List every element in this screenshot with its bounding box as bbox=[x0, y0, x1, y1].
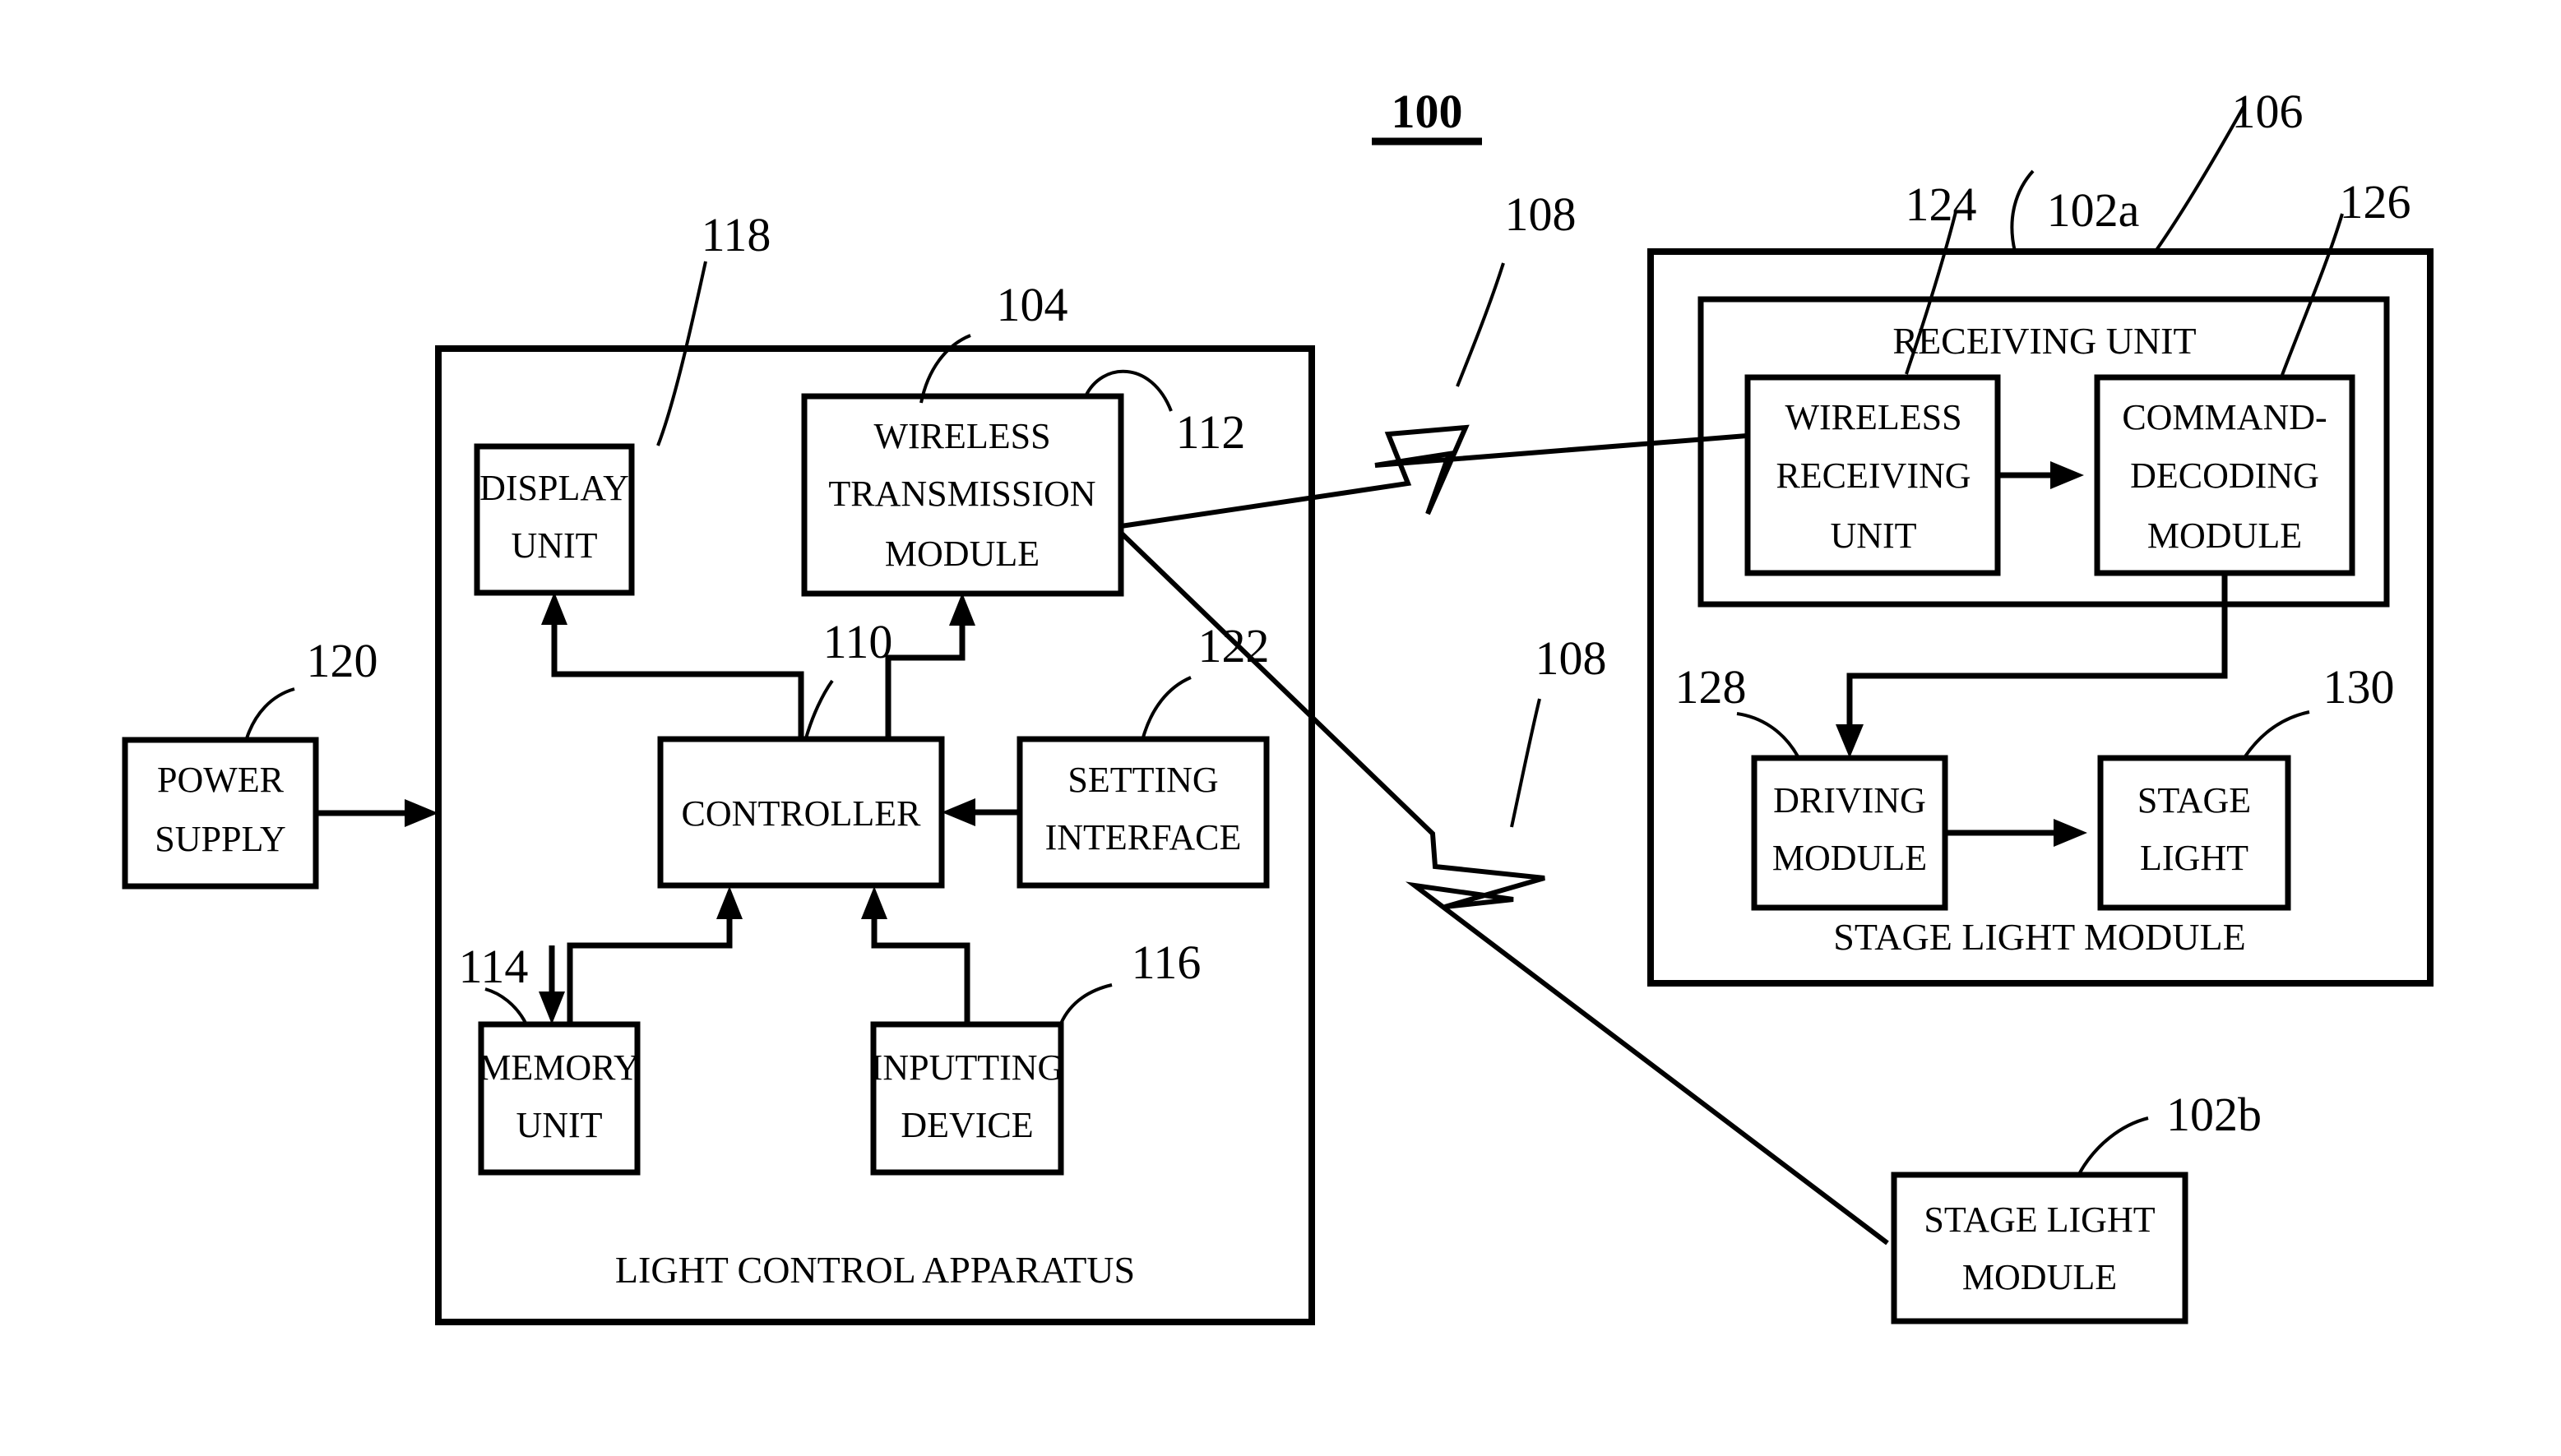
command-decoding-module-line1: COMMAND- bbox=[2122, 397, 2327, 437]
command-decoding-module-line3: MODULE bbox=[2147, 515, 2302, 556]
memory-unit-line1: MEMORY bbox=[479, 1047, 640, 1088]
ref-102a: 102a bbox=[2047, 183, 2140, 237]
arrowhead-display-unit bbox=[541, 592, 567, 625]
leader-102b bbox=[2077, 1116, 2149, 1175]
controller-label: CONTROLLER bbox=[682, 793, 922, 834]
leader-102a bbox=[2010, 169, 2035, 252]
memory-unit-box bbox=[478, 1021, 641, 1176]
leader-122 bbox=[1142, 676, 1192, 738]
figure-number-label: 100 bbox=[1392, 85, 1463, 138]
arrowhead-driving-module bbox=[1836, 724, 1864, 758]
ref-114: 114 bbox=[459, 940, 529, 993]
leader-126 bbox=[2281, 213, 2344, 376]
arrowhead-cdm bbox=[2050, 461, 2084, 489]
stage-light-module-b-box bbox=[1891, 1172, 2188, 1324]
arrowhead-stage-light bbox=[2054, 819, 2087, 847]
ref-126: 126 bbox=[2340, 175, 2411, 229]
memory-unit-line2: UNIT bbox=[516, 1105, 602, 1145]
light-control-apparatus-label: LIGHT CONTROL APPARATUS bbox=[615, 1249, 1135, 1291]
stage-light-module-b-line2: MODULE bbox=[1962, 1257, 2117, 1297]
ref-124: 124 bbox=[1906, 178, 1977, 231]
ref-130: 130 bbox=[2323, 660, 2395, 714]
stage-light-line1: STAGE bbox=[2137, 780, 2251, 820]
leader-108-lower bbox=[1510, 698, 1541, 828]
arrowhead-apparatus-power bbox=[405, 799, 438, 827]
power-supply-line2: SUPPLY bbox=[155, 819, 285, 859]
inputting-device-line2: DEVICE bbox=[901, 1105, 1033, 1145]
ref-108-upper: 108 bbox=[1505, 187, 1577, 241]
ref-112: 112 bbox=[1176, 405, 1246, 459]
ref-128: 128 bbox=[1675, 660, 1747, 714]
leader-130 bbox=[2244, 710, 2310, 758]
leader-120 bbox=[245, 687, 295, 739]
arrowhead-controller-left bbox=[942, 798, 975, 826]
wire-input-to-controller bbox=[871, 899, 970, 1024]
wireless-transmission-module-line2: TRANSMISSION bbox=[828, 474, 1095, 514]
figure-number-100: 100 bbox=[1372, 85, 1482, 146]
wireless-receiving-unit-line3: UNIT bbox=[1830, 515, 1916, 556]
ref-120: 120 bbox=[307, 634, 378, 687]
stage-light-line2: LIGHT bbox=[2140, 838, 2248, 878]
setting-interface-line1: SETTING bbox=[1067, 760, 1218, 800]
stage-light-module-b-line1: STAGE LIGHT bbox=[1924, 1199, 2155, 1240]
leader-106 bbox=[2153, 106, 2245, 254]
leader-112 bbox=[1084, 369, 1173, 412]
inputting-device-line1: INPUTTING bbox=[871, 1047, 1064, 1088]
ref-110: 110 bbox=[823, 615, 893, 668]
ref-108-lower: 108 bbox=[1535, 631, 1607, 685]
display-unit-label-line2: UNIT bbox=[511, 525, 597, 566]
arrowhead-controller-from-input bbox=[861, 886, 887, 919]
leader-128 bbox=[1736, 712, 1799, 757]
ref-116: 116 bbox=[1132, 936, 1202, 989]
leader-114 bbox=[484, 987, 528, 1025]
leader-108-upper bbox=[1456, 262, 1505, 387]
arrowhead-memory-unit bbox=[539, 991, 565, 1024]
wire-memory-to-controller bbox=[567, 899, 733, 1024]
wireless-receiving-unit-line1: WIRELESS bbox=[1785, 397, 1961, 437]
driving-module-line2: MODULE bbox=[1772, 838, 1927, 878]
ref-104: 104 bbox=[997, 278, 1068, 331]
ref-106: 106 bbox=[2232, 85, 2304, 138]
wireless-transmission-module-line1: WIRELESS bbox=[873, 416, 1050, 456]
setting-interface-line2: INTERFACE bbox=[1045, 817, 1242, 857]
arrowhead-wtm bbox=[949, 593, 975, 626]
wire-controller-to-display bbox=[551, 604, 804, 739]
ref-102b: 102b bbox=[2166, 1088, 2262, 1141]
figure-canvas: 100 LIGHT CONTROL APPARATUS 104 DISPLAY … bbox=[0, 0, 2561, 1456]
arrowhead-controller-from-memory bbox=[716, 886, 743, 919]
driving-module-line1: DRIVING bbox=[1773, 780, 1926, 820]
wireless-receiving-unit-line2: RECEIVING bbox=[1776, 455, 1971, 496]
ref-118: 118 bbox=[702, 208, 771, 261]
leader-110 bbox=[804, 679, 834, 739]
leader-116 bbox=[1059, 983, 1113, 1024]
stage-light-module-a-label: STAGE LIGHT MODULE bbox=[1833, 916, 2245, 958]
leader-118 bbox=[656, 261, 707, 446]
command-decoding-module-line2: DECODING bbox=[2130, 455, 2319, 496]
wireless-transmission-module-line3: MODULE bbox=[885, 534, 1040, 574]
power-supply-line1: POWER bbox=[157, 760, 285, 800]
wire-cdm-to-driving bbox=[1846, 573, 2228, 730]
display-unit-label-line1: DISPLAY bbox=[479, 468, 629, 508]
inputting-device-box bbox=[870, 1021, 1064, 1176]
receiving-unit-label: RECEIVING UNIT bbox=[1892, 320, 2196, 362]
